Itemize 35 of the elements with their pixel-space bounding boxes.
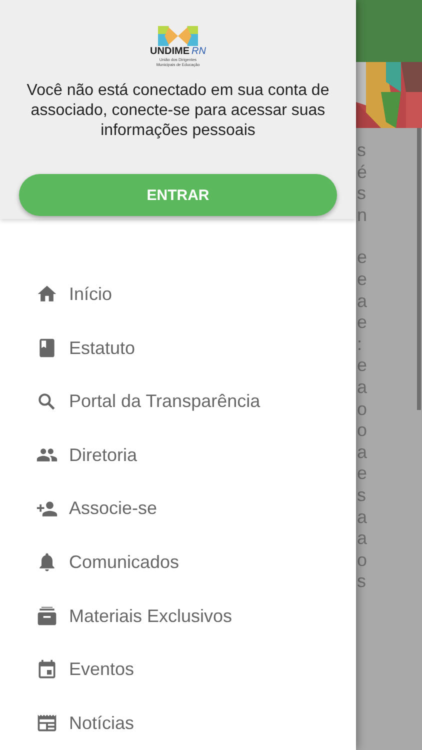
page-text: a [357,290,368,312]
page-text: a [357,376,368,399]
page-text: s [357,183,367,205]
menu-item[interactable]: Comunicados [69,552,180,573]
menu-item[interactable]: Associe-se [69,498,158,520]
menu-item[interactable]: Eventos [69,659,134,680]
page-text: s [357,140,367,162]
logo-region: RN [192,46,206,57]
page-text: a [357,506,368,528]
page-text: a [357,442,368,464]
page-text: s [357,571,367,593]
page-text: o [357,420,368,442]
page-text: a [357,528,368,550]
page-text: e [357,268,368,291]
login-message: Você não está conectado em sua conta de associado, conecte-se para acessar suas informações pessoais [26,81,330,141]
newspaper-icon [36,712,58,734]
page-text: : [357,334,364,356]
page-text: o [357,398,368,420]
menu-item[interactable]: Início [69,284,112,305]
page-text: e [357,312,368,334]
calendar-icon [36,658,58,681]
page-text: e [357,247,368,269]
menu-item[interactable]: Notícias [69,712,134,734]
page-text: é [357,162,368,184]
page-text: o [357,550,368,572]
menu-item[interactable]: Portal da Transparência [69,391,260,412]
page-text: n [357,204,368,226]
page-text: e [357,463,368,485]
menu-item[interactable]: Estatuto [69,338,136,359]
logo-wordmark: UNDIME [150,46,190,57]
tray-icon [36,605,58,628]
page-text: e [357,355,368,377]
menu-item[interactable]: Materiais Exclusivos [69,606,232,627]
menu-item[interactable]: Diretoria [69,444,138,466]
page-text: s [357,484,367,506]
